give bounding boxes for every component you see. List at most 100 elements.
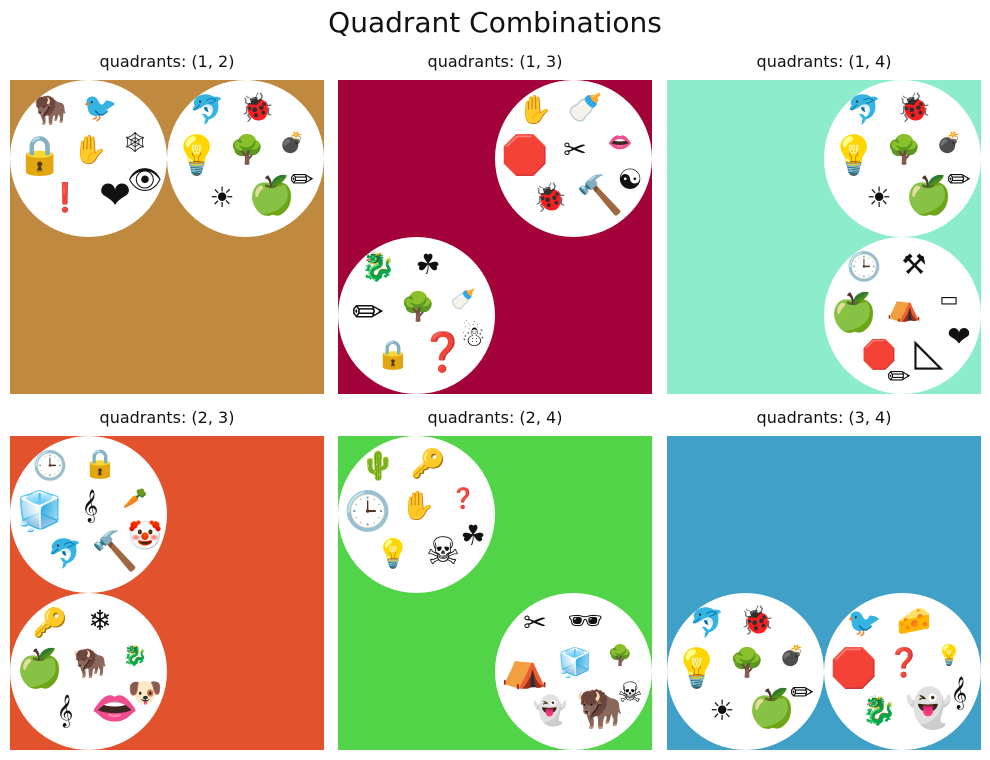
lock-icon: 🔒 (375, 338, 411, 371)
ice-icon: ◺ (914, 330, 944, 374)
clover-icon: ☘ (415, 248, 441, 281)
dragon-icon: 🐉 (360, 250, 396, 283)
eye-icon: 👁 (127, 163, 163, 196)
dolphin-icon: 🐬 (846, 93, 882, 126)
pencil-icon: ✏ (352, 290, 384, 334)
cactus-icon: 🌵 (360, 449, 396, 482)
panel-title: quadrants: (1, 3) (427, 52, 563, 71)
tree-icon: 🌳 (400, 290, 436, 323)
apple-icon: 🍏 (748, 686, 796, 730)
tree-icon: 🌳 (729, 646, 765, 679)
apple-icon: 🍏 (16, 646, 64, 690)
hand-icon: ✋ (400, 489, 436, 522)
panel-title: quadrants: (3, 4) (756, 408, 892, 427)
heart-icon: ❤ (947, 320, 971, 353)
lightbulb-icon: 💡 (173, 133, 221, 177)
card-quadrant-3: 🔑 ❄ 🍏 🦬 🐉 𝄞 👄 🐶 (10, 593, 167, 750)
lock-icon: 🔒 (82, 447, 118, 480)
dog-icon: 🐶 (127, 676, 163, 709)
panel-5: quadrants: (2, 4) 🌵 🔑 🕒 ✋ ❓ 💡 ☠ ☘ ✂ 🕶 ⛺ 🧊 🌳 👻 🦬 ☠ (338, 408, 652, 750)
pencil-icon: ✏ (947, 163, 971, 196)
snowman-icon: ☃ (460, 320, 486, 353)
scissors-icon: ✂ (523, 606, 547, 639)
clock-icon: 🕒 (344, 489, 392, 533)
baby-bottle-icon: 🍼 (450, 287, 476, 311)
lightbulb-icon: 💡 (830, 133, 878, 177)
panel-6: quadrants: (3, 4) 🐬 🐞 💡 🌳 💣 ☀ 🍏 ✏ 🐦 🧀 🛑 ❓ 💡 🐉 👻 𝄞 (667, 408, 981, 750)
scissors-icon: ✂ (563, 133, 587, 166)
card-quadrant-4: 🐦 🧀 🛑 ❓ 💡 🐉 👻 𝄞 (824, 593, 981, 750)
panel-title: quadrants: (1, 2) (99, 52, 235, 71)
card-quadrant-1: 🕒 🔒 🧊 𝄞 🥕 🐬 🔨 🤡 (10, 436, 167, 593)
bomb-icon: 💣 (279, 130, 305, 154)
lightbulb-icon: 💡 (673, 646, 721, 690)
ice-cube-icon: 🧊 (557, 646, 593, 679)
panel-title: quadrants: (1, 4) (756, 52, 892, 71)
card-quadrant-2: 🐬 🐞 💡 🌳 💣 ☀ 🍏 ✏ (167, 80, 324, 237)
tree-icon: 🌳 (886, 133, 922, 166)
lips-icon: 👄 (607, 130, 633, 154)
ladybug-icon: 🐞 (239, 91, 275, 124)
panel-title: quadrants: (2, 4) (427, 408, 563, 427)
spiderweb-icon: 🕸 (122, 130, 148, 154)
card-quadrant-3: 🐬 🐞 💡 🌳 💣 ☀ 🍏 ✏ (667, 593, 824, 750)
anvil-icon: ⚒ (901, 248, 927, 281)
sunglasses-icon: 🕶 (567, 604, 603, 637)
ladybug-icon: 🐞 (532, 181, 568, 214)
treble-clef-icon: 𝄞 (81, 489, 99, 522)
clock-icon: 🕒 (846, 250, 882, 283)
yin-yang-icon: ☯ (617, 163, 643, 196)
lightbulb-icon: 💡 (936, 643, 962, 667)
igloo-icon: ⛺ (886, 290, 922, 323)
heart-icon: ❤ (99, 173, 131, 217)
figure-title: Quadrant Combinations (328, 6, 662, 39)
skull-icon: ☠ (617, 676, 643, 709)
hand-icon: ✋ (517, 93, 553, 126)
bison-icon: 🦬 (72, 646, 108, 679)
card-quadrant-1: 🌵 🔑 🕒 ✋ ❓ 💡 ☠ ☘ (338, 436, 495, 593)
pencil-icon: ✏ (887, 360, 911, 393)
question-icon: ❓ (886, 646, 922, 679)
apple-icon: 🍏 (248, 173, 296, 217)
key-icon: 🔑 (410, 447, 446, 480)
exclamation-icon: ❗ (47, 181, 83, 214)
sun-icon: ☀ (866, 181, 892, 214)
bird-icon: 🐦 (82, 91, 118, 124)
igloo-icon: ⛺ (501, 646, 549, 690)
apple-icon: 🍏 (830, 290, 878, 334)
hand-icon: ✋ (72, 133, 108, 166)
dolphin-icon: 🐬 (189, 93, 225, 126)
card-quadrant-4: 🕒 ⚒ 🍏 ⛺ ▭ 🛑 ◺ ❤ ✏ (824, 237, 981, 394)
card-quadrant-1: 🦬 🐦 🔒 ✋ 🕸 ❗ ❤ 👁 (10, 80, 167, 237)
cheese-icon: 🧀 (896, 604, 932, 637)
dolphin-icon: 🐬 (47, 537, 83, 570)
ladybug-icon: 🐞 (896, 91, 932, 124)
ghost-icon: 👻 (905, 686, 953, 730)
panel-2: quadrants: (1, 3) ✋ 🍼 🛑 ✂ 👄 🐞 🔨 ☯ 🐉 ☘ ✏ 🌳 🍼 🔒 ❓ ☃ (338, 52, 652, 394)
bomb-icon: 💣 (779, 643, 805, 667)
clover-icon: ☘ (460, 519, 486, 552)
panel-3: quadrants: (1, 4) 🐬 🐞 💡 🌳 💣 ☀ 🍏 ✏ 🕒 ⚒ 🍏 ⛺ ▭ 🛑 ◺ ❤ ✏ (667, 52, 981, 394)
clown-icon: 🤡 (127, 519, 163, 552)
apple-icon: 🍏 (905, 173, 953, 217)
panel-1: quadrants: (1, 2) 🦬 🐦 🔒 ✋ 🕸 ❗ ❤ 👁 🐬 🐞 💡 🌳 💣 ☀ 🍏 ✏ (10, 52, 324, 394)
card-quadrant-2: ✋ 🍼 🛑 ✂ 👄 🐞 🔨 ☯ (495, 80, 652, 237)
panel-4: quadrants: (2, 3) 🕒 🔒 🧊 𝄞 🥕 🐬 🔨 🤡 🔑 ❄ 🍏 🦬 🐉 𝄞 👄 🐶 (10, 408, 324, 750)
clock-icon: 🕒 (32, 449, 68, 482)
bison-icon: 🦬 (32, 93, 68, 126)
bird-icon: 🐦 (846, 606, 882, 639)
stop-sign-icon: 🛑 (830, 646, 878, 690)
snowflake-icon: ❄ (88, 604, 112, 637)
dragon-icon: 🐉 (861, 694, 897, 727)
lightbulb-icon: 💡 (375, 537, 411, 570)
pencil-icon: ✏ (790, 676, 814, 709)
sun-icon: ☀ (709, 694, 735, 727)
bomb-icon: 💣 (936, 130, 962, 154)
card-quadrant-2: 🐬 🐞 💡 🌳 💣 ☀ 🍏 ✏ (824, 80, 981, 237)
eraser-icon: ▭ (939, 287, 959, 311)
ice-cube-icon: 🧊 (16, 489, 64, 533)
carrot-icon: 🥕 (122, 486, 148, 510)
lock-icon: 🔒 (16, 133, 64, 177)
question-icon: ❓ (450, 486, 476, 510)
key-icon: 🔑 (32, 606, 68, 639)
